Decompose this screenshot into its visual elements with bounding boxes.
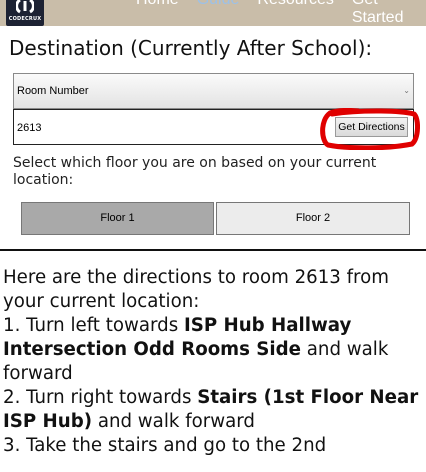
nav-link-guide[interactable]: Guide xyxy=(197,0,240,26)
floor-prompt: Select which floor you are on based on y… xyxy=(13,155,377,188)
floor-2-button[interactable]: Floor 2 xyxy=(216,202,410,235)
nav-link-home[interactable]: Home xyxy=(136,0,179,26)
step-1-prefix: 1. Turn left towards xyxy=(3,315,184,336)
page: CODECRUX Home Guide Resources Get Starte… xyxy=(0,0,426,472)
chevron-down-icon: ⌄ xyxy=(403,86,410,95)
nav-links: Home Guide Resources Get Started xyxy=(136,0,426,26)
step-2-suffix: and walk forward xyxy=(92,411,255,432)
destination-type-select[interactable]: Room Number ⌄ xyxy=(13,73,414,109)
direction-step-2: 2. Turn right towards Stairs (1st Floor … xyxy=(3,386,424,434)
destination-title: Destination (Currently After School): xyxy=(9,36,373,60)
direction-step-1: 1. Turn left towards ISP Hub Hallway Int… xyxy=(3,314,424,386)
directions-intro: Here are the directions to room 2613 fro… xyxy=(3,267,389,312)
step-3-prefix: 3. Take the stairs and go to the 2nd xyxy=(3,435,327,456)
logo-mark-icon xyxy=(16,0,34,14)
get-directions-button[interactable]: Get Directions xyxy=(335,117,408,137)
step-2-prefix: 2. Turn right towards xyxy=(3,387,198,408)
floor-1-button[interactable]: Floor 1 xyxy=(21,202,214,235)
top-nav-bar: CODECRUX Home Guide Resources Get Starte… xyxy=(0,0,426,26)
section-divider xyxy=(0,249,426,251)
nav-link-resources[interactable]: Resources xyxy=(257,0,333,26)
logo-text: CODECRUX xyxy=(8,16,42,22)
room-number-value: 2613 xyxy=(17,122,42,134)
destination-type-value: Room Number xyxy=(17,85,89,97)
directions-panel: Here are the directions to room 2613 fro… xyxy=(3,266,424,458)
direction-step-3: 3. Take the stairs and go to the 2nd xyxy=(3,434,424,458)
codecrux-logo[interactable]: CODECRUX xyxy=(6,0,44,26)
nav-link-get-started[interactable]: Get Started xyxy=(352,0,426,26)
